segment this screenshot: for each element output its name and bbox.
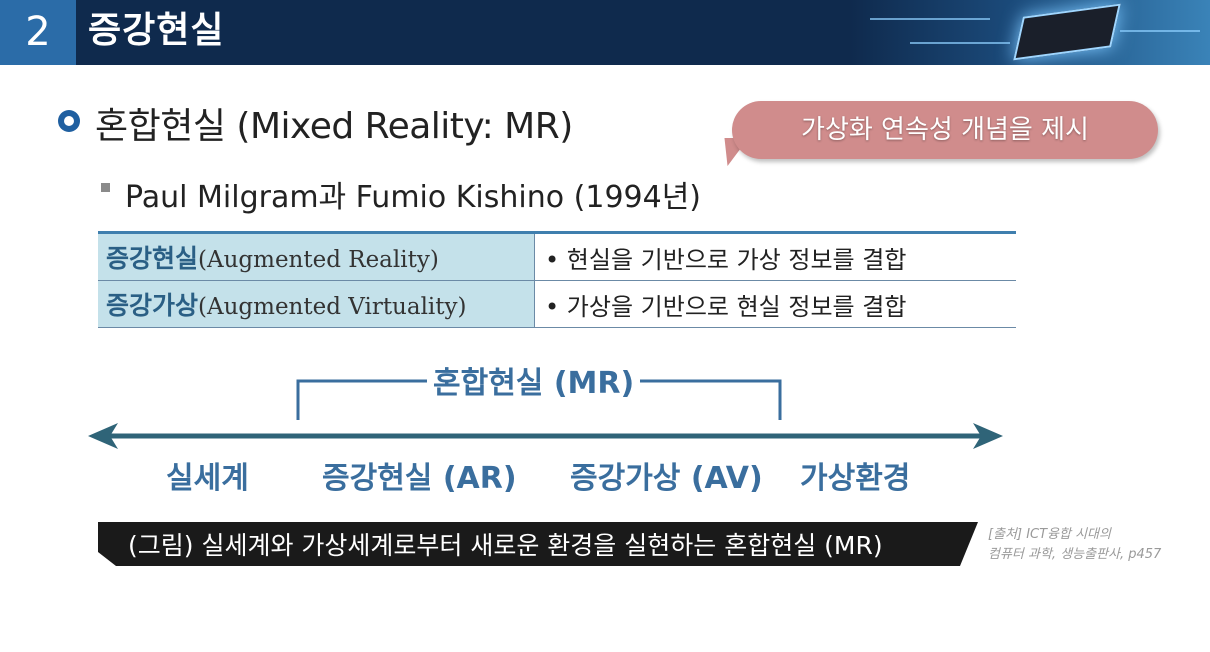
term-korean: 증강가상: [106, 291, 199, 320]
label-ar: 증강현실 (AR): [322, 461, 517, 496]
header-bar: 2 증강현실: [0, 0, 1210, 65]
term-english: (Augmented Reality): [198, 247, 439, 273]
section-number: 2: [0, 0, 76, 65]
description-cell: • 현실을 기반으로 가상 정보를 결합: [534, 231, 1016, 281]
source-line-2: 컴퓨터 과학, 생능출판사, p457: [988, 547, 1162, 562]
square-bullet-icon: [101, 183, 110, 192]
circuit-line: [1120, 30, 1200, 32]
figure-caption: (그림) 실세계와 가상세계로부터 새로운 환경을 실현하는 혼합현실 (MR): [128, 531, 883, 560]
main-heading: 혼합현실 (Mixed Reality: MR): [95, 106, 573, 147]
header-circuit-image: [850, 0, 1210, 65]
circuit-line: [870, 18, 990, 20]
source-line-1: [출처] ICT융합 시대의: [988, 527, 1111, 542]
callout-bubble: 가상화 연속성 개념을 제시: [732, 101, 1158, 159]
term-cell: 증강가상(Augmented Virtuality): [98, 280, 535, 328]
table-row: 증강가상(Augmented Virtuality) • 가상을 기반으로 현실…: [98, 280, 1016, 328]
label-av: 증강가상 (AV): [570, 461, 763, 496]
definition-table: 증강현실(Augmented Reality) • 현실을 기반으로 가상 정보…: [98, 231, 1016, 328]
mr-label: 혼합현실 (MR): [427, 358, 641, 402]
label-real-world: 실세계: [166, 461, 249, 496]
term-cell: 증강현실(Augmented Reality): [98, 231, 535, 281]
term-english: (Augmented Virtuality): [198, 294, 467, 320]
section-title: 증강현실: [88, 10, 225, 51]
reality-continuum-diagram: 혼합현실 (MR) 실세계 증강현실 (AR) 증강가상 (AV) 가상환경: [0, 355, 1210, 505]
term-korean: 증강현실: [106, 244, 199, 273]
description-cell: • 가상을 기반으로 현실 정보를 결합: [534, 280, 1016, 328]
label-virtual-env: 가상환경: [800, 461, 911, 496]
source-citation: [출처] ICT융합 시대의 컴퓨터 과학, 생능출판사, p457: [988, 525, 1161, 565]
chip-icon: [1013, 3, 1121, 61]
circle-bullet-icon: [58, 110, 80, 132]
circuit-line: [910, 42, 1010, 44]
sub-heading: Paul Milgram과 Fumio Kishino (1994년): [125, 180, 702, 215]
table-row: 증강현실(Augmented Reality) • 현실을 기반으로 가상 정보…: [98, 231, 1016, 281]
